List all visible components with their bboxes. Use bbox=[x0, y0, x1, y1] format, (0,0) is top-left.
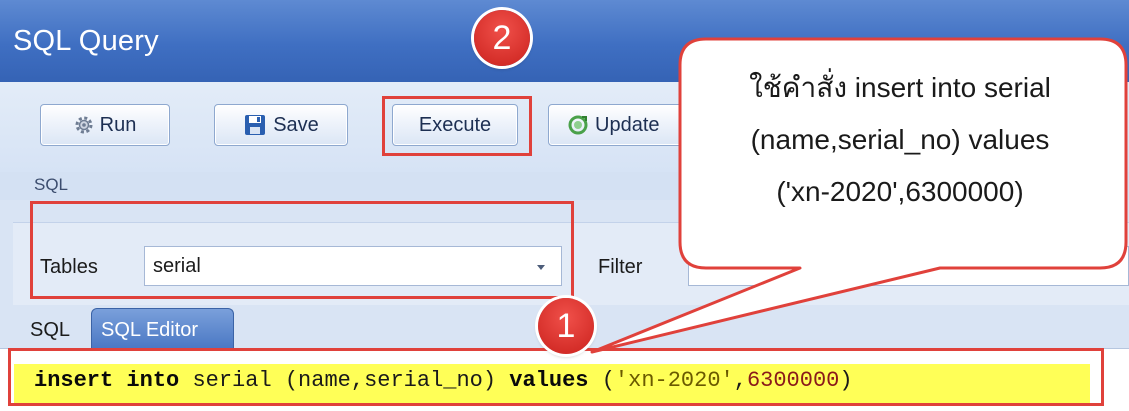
callout-line-1: ใช้คำสั่ง insert into serial bbox=[749, 72, 1051, 103]
step-badge-1: 1 bbox=[538, 298, 594, 354]
callout-text: ใช้คำสั่ง insert into serial (name,seria… bbox=[690, 62, 1110, 218]
callout-line-3: ('xn-2020',6300000) bbox=[776, 176, 1024, 207]
step-badge-2: 2 bbox=[474, 10, 530, 66]
callout-line-2: (name,serial_no) values bbox=[750, 124, 1050, 155]
